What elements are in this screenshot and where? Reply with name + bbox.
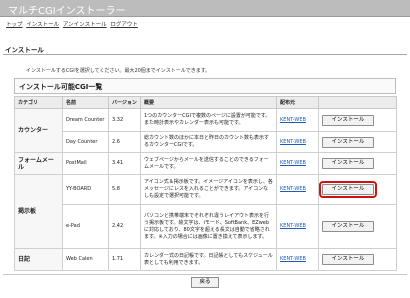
- category-diary: 日記: [14, 248, 63, 271]
- cgi-version: 2.6: [108, 131, 141, 153]
- cgi-version: 2.42: [108, 204, 141, 249]
- distributor-link[interactable]: KENT-WEB: [280, 256, 306, 262]
- nav-link-uninstall[interactable]: アンインストール: [63, 22, 107, 28]
- cgi-summary: アイコン式＆掲示板です。イメージアイコンを表示し、各メッセージにレスを入れること…: [140, 174, 277, 205]
- nav-link-logout[interactable]: ログアウト: [110, 22, 138, 28]
- col-header-summary: 概要: [140, 96, 277, 109]
- cgi-name: YY-BOARD: [62, 174, 109, 205]
- install-button-yy-board[interactable]: インストール: [319, 181, 377, 198]
- cgi-name: Day Counter: [62, 131, 109, 153]
- cgi-name: Dream Counter: [62, 108, 109, 132]
- section-title: インストール: [5, 46, 44, 54]
- cgi-summary: カレンダー式の日記帳です。日記帳としてもスケジュール表としても利用できます。: [140, 248, 277, 271]
- distributor-link[interactable]: KENT-WEB: [280, 117, 306, 123]
- install-button-day-counter[interactable]: インストール: [322, 136, 374, 148]
- section-divider: [3, 54, 407, 55]
- cgi-version: 5.8: [108, 174, 141, 205]
- app-title: マルチCGIインストーラー: [8, 6, 126, 17]
- cgi-summary: パソコンと携帯端末でそれぞれ違うレイアウト表示を行う掲示板です。絵文字は、iモー…: [140, 204, 277, 249]
- distributor-link[interactable]: KENT-WEB: [280, 223, 306, 229]
- cgi-version: 1.71: [108, 248, 141, 271]
- table-row: Day Counter 2.6 総カウント数のほかに本日と昨日のカウント数も表示…: [15, 131, 397, 153]
- cgi-name: PostMail: [62, 152, 109, 175]
- install-button-e-pad[interactable]: インストール: [322, 221, 374, 232]
- cgi-table: カテゴリ 名前 バージョン 概要 配布元 カウンター Dream Counter…: [14, 96, 397, 271]
- cgi-summary: 1つのカウンターCGIで複数のページに設置が可能です。また時計表示やカレンダー表…: [140, 108, 277, 132]
- nav-link-top[interactable]: トップ: [6, 22, 23, 28]
- cgi-version: 3.32: [108, 108, 141, 132]
- app-title-bar: マルチCGIインストーラー: [0, 0, 410, 17]
- cgi-name: Web Calen: [62, 248, 109, 271]
- cgi-list-heading: インストール可能CGI一覧: [14, 78, 396, 94]
- table-row: カウンター Dream Counter 3.32 1つのカウンターCGIで複数の…: [14, 108, 397, 153]
- distributor-link[interactable]: KENT-WEB: [280, 160, 306, 166]
- table-row: 日記 Web Calen 1.71 カレンダー式の日記帳です。日記帳としてもスケ…: [14, 248, 397, 271]
- intro-text: インストールするCGIを選択してください。最大20個までインストールできます。: [26, 68, 211, 74]
- table-row: フォームメール PostMail 3.41 ウェブページからメールを送信すること…: [14, 152, 397, 175]
- category-bbs: 掲示板: [14, 174, 63, 249]
- col-header-distributor: 配布元: [276, 96, 319, 109]
- install-button-postmail[interactable]: インストール: [322, 158, 374, 169]
- install-button-dream-counter[interactable]: インストール: [322, 114, 374, 126]
- table-row: e-Pad 2.42 パソコンと携帯端末でそれぞれ違うレイアウト表示を行う掲示板…: [15, 204, 397, 249]
- top-nav: トップ インストール アンインストール ログアウト: [6, 20, 140, 28]
- col-header-action: [318, 96, 397, 109]
- table-row: 掲示板 YY-BOARD 5.8 アイコン式＆掲示板です。イメージアイコンを表示…: [14, 174, 397, 249]
- table-header-row: カテゴリ 名前 バージョン 概要 配布元: [14, 96, 397, 109]
- col-header-version: バージョン: [108, 96, 141, 109]
- cgi-name: e-Pad: [62, 204, 109, 249]
- footer-divider: [3, 274, 407, 275]
- distributor-link[interactable]: KENT-WEB: [280, 186, 306, 192]
- nav-link-install[interactable]: インストール: [26, 22, 59, 28]
- back-button[interactable]: 戻る: [191, 277, 219, 288]
- distributor-link[interactable]: KENT-WEB: [280, 139, 306, 145]
- cgi-summary: 総カウント数のほかに本日と昨日のカウント数も表示するカウンターCGIです。: [140, 131, 277, 153]
- category-formmail: フォームメール: [14, 152, 63, 175]
- cgi-version: 3.41: [108, 152, 141, 175]
- col-header-category: カテゴリ: [14, 96, 63, 109]
- cgi-summary: ウェブページからメールを送信することのできるフォームメールです。: [140, 152, 277, 175]
- cgi-list-title: インストール可能CGI一覧: [19, 83, 103, 91]
- install-button-web-calen[interactable]: インストール: [322, 254, 374, 265]
- category-counter: カウンター: [14, 108, 63, 153]
- col-header-name: 名前: [62, 96, 109, 109]
